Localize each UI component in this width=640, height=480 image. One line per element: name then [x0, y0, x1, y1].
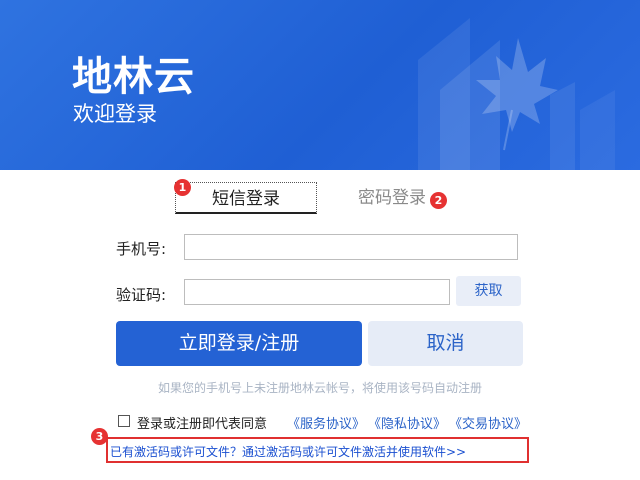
activation-link[interactable]: 已有激活码或许可文件？通过激活码或许可文件激活并使用软件>>: [110, 443, 466, 460]
phone-input[interactable]: [184, 234, 518, 260]
privacy-agreement-link[interactable]: 《隐私协议》: [368, 413, 446, 432]
service-agreement-link[interactable]: 《服务协议》: [287, 413, 365, 432]
verification-code-input[interactable]: [184, 279, 450, 305]
auto-register-hint: 如果您的手机号上未注册地林云帐号，将使用该号码自动注册: [157, 381, 482, 395]
annotation-badge-1: 1: [174, 179, 191, 196]
code-label: 验证码:: [116, 286, 167, 304]
phone-label: 手机号:: [116, 240, 167, 258]
tab-password-login[interactable]: 密码登录: [350, 182, 434, 214]
agreement-checkbox[interactable]: [118, 415, 130, 427]
trade-agreement-link[interactable]: 《交易协议》: [449, 413, 527, 432]
tab-sms-login[interactable]: 短信登录: [175, 182, 317, 214]
header-banner: 地林云 欢迎登录: [0, 0, 640, 170]
brand-title: 地林云: [72, 54, 195, 100]
login-register-button[interactable]: 立即登录/注册: [116, 321, 362, 366]
welcome-text: 欢迎登录: [73, 102, 157, 126]
annotation-badge-2: 2: [430, 192, 447, 209]
cancel-button[interactable]: 取消: [368, 321, 523, 366]
maple-leaf-icon: [418, 18, 615, 170]
agreement-text: 登录或注册即代表同意: [137, 417, 268, 432]
get-code-button[interactable]: 获取: [456, 276, 521, 306]
